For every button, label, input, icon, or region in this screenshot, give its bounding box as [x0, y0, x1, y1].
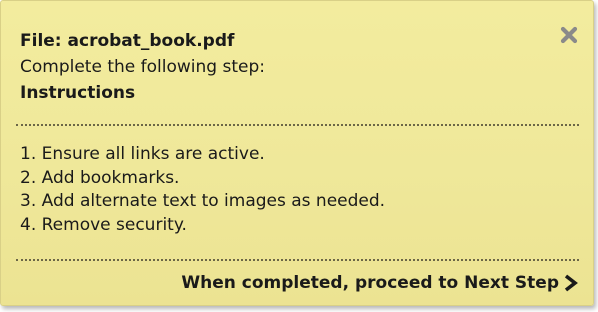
- divider-top: [16, 124, 579, 126]
- instructions-panel: File: acrobat_book.pdf Complete the foll…: [0, 0, 594, 306]
- next-step-label: When completed, proceed to Next Step: [181, 273, 559, 293]
- instruction-item: 4. Remove security.: [20, 214, 187, 235]
- instruction-item: 3. Add alternate text to images as neede…: [20, 191, 386, 211]
- chevron-right-icon: [564, 274, 578, 292]
- divider-bottom: [16, 259, 579, 261]
- next-step-link[interactable]: When completed, proceed to Next Step: [181, 270, 579, 296]
- instructions-title: Instructions: [20, 83, 136, 103]
- close-button[interactable]: [559, 25, 579, 45]
- step-prompt: Complete the following step:: [20, 57, 265, 77]
- file-name: File: acrobat_book.pdf: [20, 31, 235, 51]
- close-icon: [560, 26, 578, 44]
- panel-header: File: acrobat_book.pdf Complete the foll…: [20, 28, 543, 106]
- instruction-list: 1. Ensure all links are active. 2. Add b…: [20, 143, 385, 237]
- instruction-item: 1. Ensure all links are active.: [20, 144, 265, 164]
- instruction-item: 2. Add bookmarks.: [20, 167, 180, 188]
